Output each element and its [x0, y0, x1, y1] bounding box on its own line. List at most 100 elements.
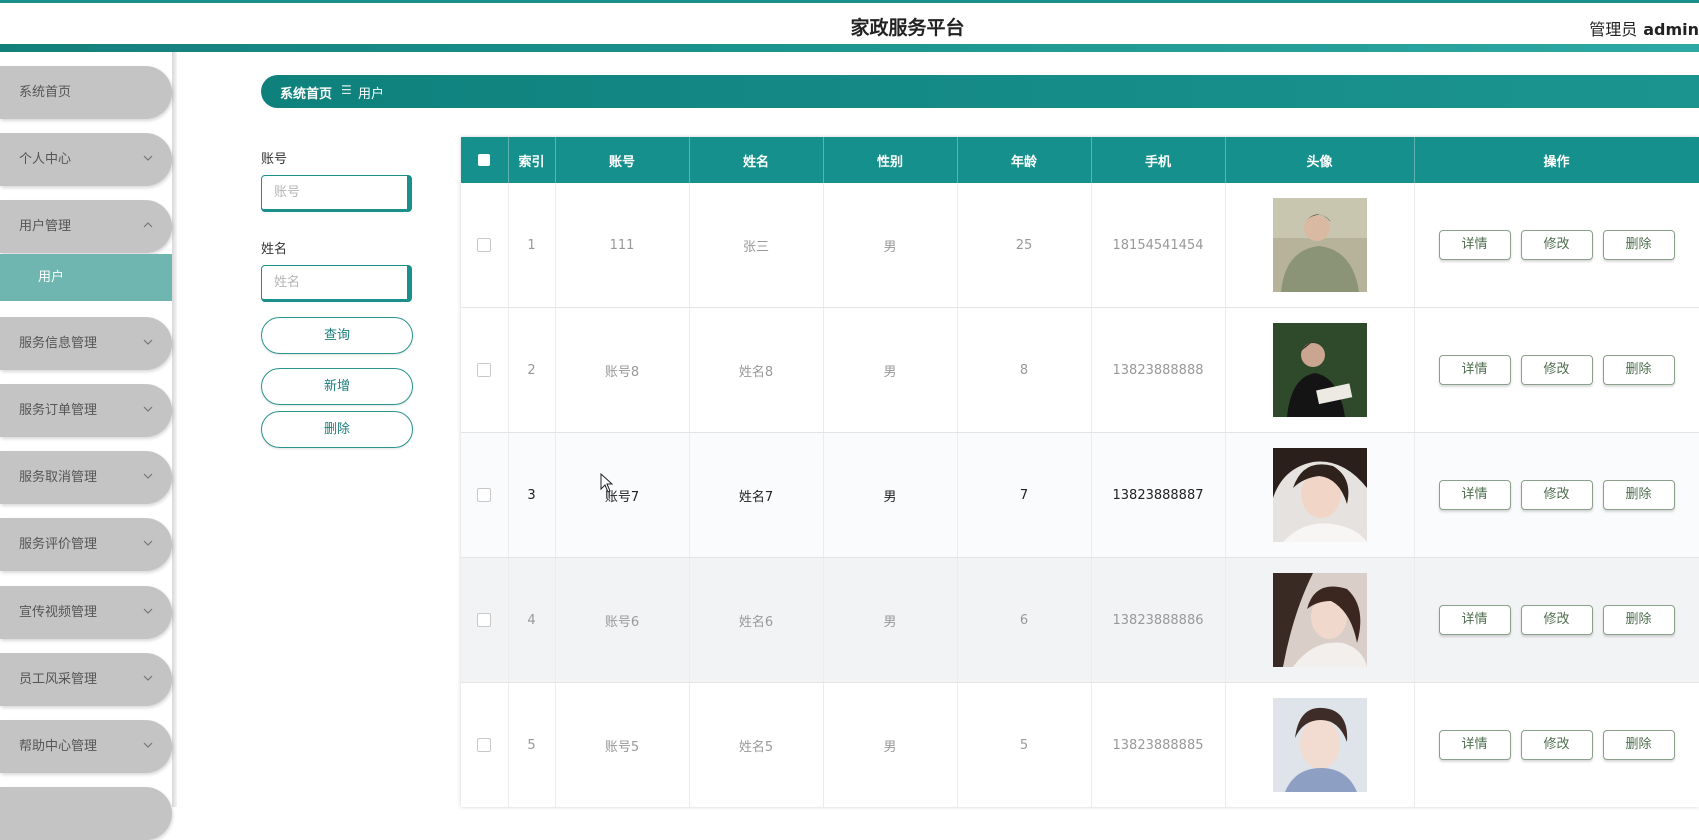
table-row: 2 账号8 姓名8 男 8 13823888888 详情 修改 删除 [461, 307, 1699, 433]
cell-name: 姓名7 [689, 432, 824, 558]
chevron-down-icon [143, 742, 153, 748]
cell-phone: 13823888885 [1091, 682, 1226, 807]
detail-button[interactable]: 详情 [1438, 230, 1511, 260]
sidebar-item-label: 员工风采管理 [19, 672, 98, 687]
edit-button[interactable]: 修改 [1520, 730, 1593, 760]
chevron-up-icon [143, 222, 153, 228]
chevron-down-icon [143, 608, 153, 614]
cell-gender: 男 [823, 432, 958, 558]
cell-account: 111 [555, 183, 690, 308]
sidebar-item-service-review[interactable]: 服务评价管理 [0, 518, 172, 571]
select-all-cell[interactable] [461, 137, 509, 183]
admin-role: 管理员 [1589, 20, 1638, 39]
query-button[interactable]: 查询 [261, 317, 413, 354]
sidebar-subitem-user[interactable]: 用户 [0, 254, 172, 301]
sidebar-item-home[interactable]: 系统首页 [0, 66, 172, 119]
sidebar-item-label: 服务订单管理 [19, 403, 98, 418]
edit-button[interactable]: 修改 [1520, 355, 1593, 385]
header: 家政服务平台 管理员 admin [0, 3, 1699, 44]
avatar [1272, 448, 1367, 542]
sidebar-item-service-info[interactable]: 服务信息管理 [0, 317, 172, 370]
cell-age: 5 [957, 682, 1092, 807]
header-actions: 操作 [1414, 137, 1699, 183]
detail-button[interactable]: 详情 [1438, 480, 1511, 510]
select-all-checkbox[interactable] [478, 154, 491, 166]
cell-index: 1 [508, 183, 556, 308]
cell-account: 账号5 [555, 682, 690, 807]
user-table: 索引 账号 姓名 性别 年龄 手机 头像 操作 1 111 张三 男 25 18… [461, 137, 1699, 807]
table-row: 5 账号5 姓名5 男 5 13823888885 详情 修改 删除 [461, 682, 1699, 807]
row-checkbox[interactable] [477, 488, 492, 502]
row-checkbox[interactable] [477, 613, 492, 627]
admin-info[interactable]: 管理员 admin [1589, 16, 1699, 40]
app-title: 家政服务平台 [850, 17, 965, 39]
cell-index: 2 [508, 307, 556, 433]
row-checkbox[interactable] [477, 238, 492, 252]
sidebar-item-promo-video[interactable]: 宣传视频管理 [0, 586, 172, 639]
cell-account: 账号7 [555, 432, 690, 558]
detail-button[interactable]: 详情 [1438, 355, 1511, 385]
avatar [1272, 198, 1367, 292]
sidebar-item-label: 服务取消管理 [19, 470, 98, 485]
cell-phone: 13823888887 [1091, 432, 1226, 558]
sidebar-item-service-orders[interactable]: 服务订单管理 [0, 384, 172, 437]
edit-button[interactable]: 修改 [1520, 230, 1593, 260]
table-row: 3 账号7 姓名7 男 7 13823888887 详情 修改 删除 [461, 432, 1699, 558]
cell-phone: 13823888886 [1091, 557, 1226, 683]
avatar [1272, 323, 1367, 417]
account-label: 账号 [261, 152, 288, 167]
cell-name: 姓名6 [689, 557, 824, 683]
breadcrumb-separator-icon: ☰ [341, 83, 352, 97]
row-checkbox[interactable] [477, 738, 492, 752]
add-button[interactable]: 新增 [261, 368, 413, 405]
cell-account: 账号6 [555, 557, 690, 683]
header-index: 索引 [508, 137, 556, 183]
name-input[interactable] [261, 265, 412, 302]
sidebar-item-service-cancel[interactable]: 服务取消管理 [0, 451, 172, 504]
sidebar-item-staff-showcase[interactable]: 员工风采管理 [0, 653, 172, 706]
delete-button[interactable]: 删除 [1602, 480, 1675, 510]
admin-username: admin [1643, 20, 1699, 39]
avatar [1272, 573, 1367, 667]
sidebar-subitem-label: 用户 [38, 270, 65, 285]
cell-phone: 18154541454 [1091, 183, 1226, 308]
sidebar-item-label: 帮助中心管理 [19, 739, 98, 754]
cell-index: 3 [508, 432, 556, 558]
cell-gender: 男 [823, 682, 958, 807]
chevron-down-icon [143, 675, 153, 681]
avatar [1272, 698, 1367, 792]
delete-button[interactable]: 删除 [1602, 230, 1675, 260]
cell-age: 6 [957, 557, 1092, 683]
sidebar-item-label: 服务评价管理 [19, 537, 98, 552]
breadcrumb-home[interactable]: 系统首页 [280, 83, 332, 102]
breadcrumb-current: 用户 [358, 87, 385, 102]
header-gender: 性别 [823, 137, 958, 183]
mouse-cursor-icon [600, 473, 614, 493]
cell-name: 姓名8 [689, 307, 824, 433]
detail-button[interactable]: 详情 [1438, 730, 1511, 760]
table-row: 4 账号6 姓名6 男 6 13823888886 详情 修改 删除 [461, 557, 1699, 683]
header-avatar: 头像 [1225, 137, 1415, 183]
sidebar-item-help-center[interactable]: 帮助中心管理 [0, 720, 172, 773]
sidebar-item-label: 系统首页 [19, 85, 72, 100]
header-name: 姓名 [689, 137, 824, 183]
edit-button[interactable]: 修改 [1520, 605, 1593, 635]
detail-button[interactable]: 详情 [1438, 605, 1511, 635]
delete-button[interactable]: 删除 [1602, 355, 1675, 385]
edit-button[interactable]: 修改 [1520, 480, 1593, 510]
account-input[interactable] [261, 175, 412, 212]
chevron-down-icon [143, 406, 153, 412]
cell-gender: 男 [823, 307, 958, 433]
batch-delete-button[interactable]: 删除 [261, 411, 413, 448]
sidebar-divider [172, 52, 177, 807]
sidebar-item-user-management[interactable]: 用户管理 [0, 200, 172, 253]
sidebar-item-label: 个人中心 [19, 152, 72, 167]
delete-button[interactable]: 删除 [1602, 730, 1675, 760]
cell-gender: 男 [823, 183, 958, 308]
cell-index: 4 [508, 557, 556, 683]
sidebar-item-personal-center[interactable]: 个人中心 [0, 133, 172, 186]
sidebar-item-more[interactable] [0, 787, 172, 840]
chevron-down-icon [143, 473, 153, 479]
row-checkbox[interactable] [477, 363, 492, 377]
delete-button[interactable]: 删除 [1602, 605, 1675, 635]
